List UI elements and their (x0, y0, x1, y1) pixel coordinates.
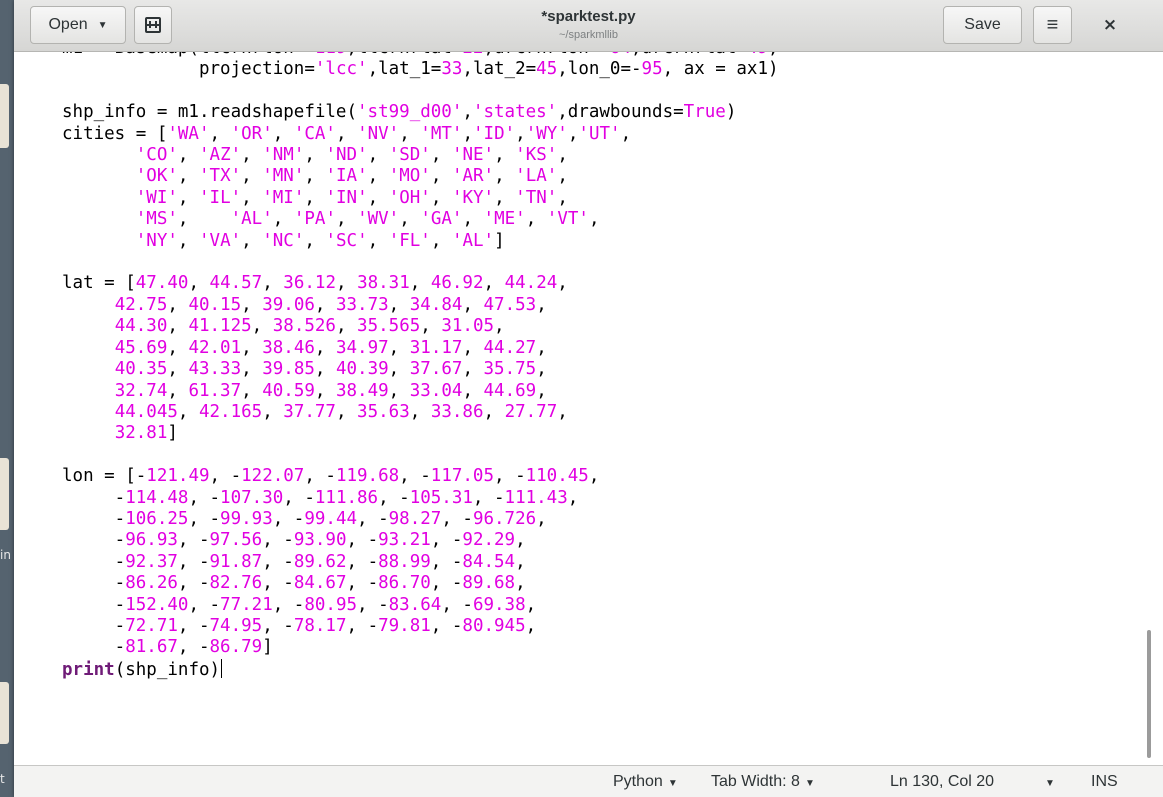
vertical-scrollbar[interactable] (1147, 630, 1151, 758)
code-text[interactable]: m1 = Basemap(llcrnrlon=-119,llcrnrlat=22… (62, 52, 779, 681)
tab-width-selector[interactable]: Tab Width: 8 ▼ (711, 773, 815, 791)
language-selector[interactable]: Python ▼ (613, 773, 678, 791)
code-editor[interactable]: m1 = Basemap(llcrnrlon=-119,llcrnrlat=22… (14, 52, 1163, 765)
cursor-position[interactable]: Ln 130, Col 20 (890, 773, 994, 791)
language-label: Python (613, 773, 663, 790)
desktop-icon-label: t (0, 772, 5, 786)
cursor-position-label: Ln 130, Col 20 (890, 773, 995, 790)
hamburger-menu-button[interactable]: ≡ (1033, 6, 1072, 44)
tab-width-label: Tab Width: 8 (711, 773, 800, 790)
position-menu-chevron[interactable]: ▼ (1040, 773, 1055, 791)
desktop-icon[interactable] (0, 458, 9, 530)
insert-mode-label: INS (1091, 773, 1118, 790)
desktop-icon-label: in (0, 548, 11, 562)
chevron-down-icon: ▼ (667, 778, 678, 789)
status-bar: Python ▼ Tab Width: 8 ▼ Ln 130, Col 20 ▼ I… (14, 765, 1163, 797)
text-cursor (221, 658, 223, 678)
hamburger-icon: ≡ (1046, 13, 1059, 36)
insert-mode-indicator[interactable]: INS (1091, 773, 1118, 791)
save-button[interactable]: Save (943, 6, 1022, 44)
header-bar: Open ▼ *sparktest.py ~/sparkmllib Save ≡… (14, 0, 1163, 52)
desktop-icon[interactable] (0, 84, 9, 148)
chevron-down-icon: ▼ (1045, 778, 1055, 789)
close-button[interactable]: × (1096, 6, 1124, 44)
close-icon: × (1102, 15, 1118, 35)
desktop-icon[interactable] (0, 682, 9, 744)
chevron-down-icon: ▼ (804, 778, 815, 789)
gedit-window: Open ▼ *sparktest.py ~/sparkmllib Save ≡… (14, 0, 1163, 797)
desktop-background: in t (0, 0, 14, 797)
